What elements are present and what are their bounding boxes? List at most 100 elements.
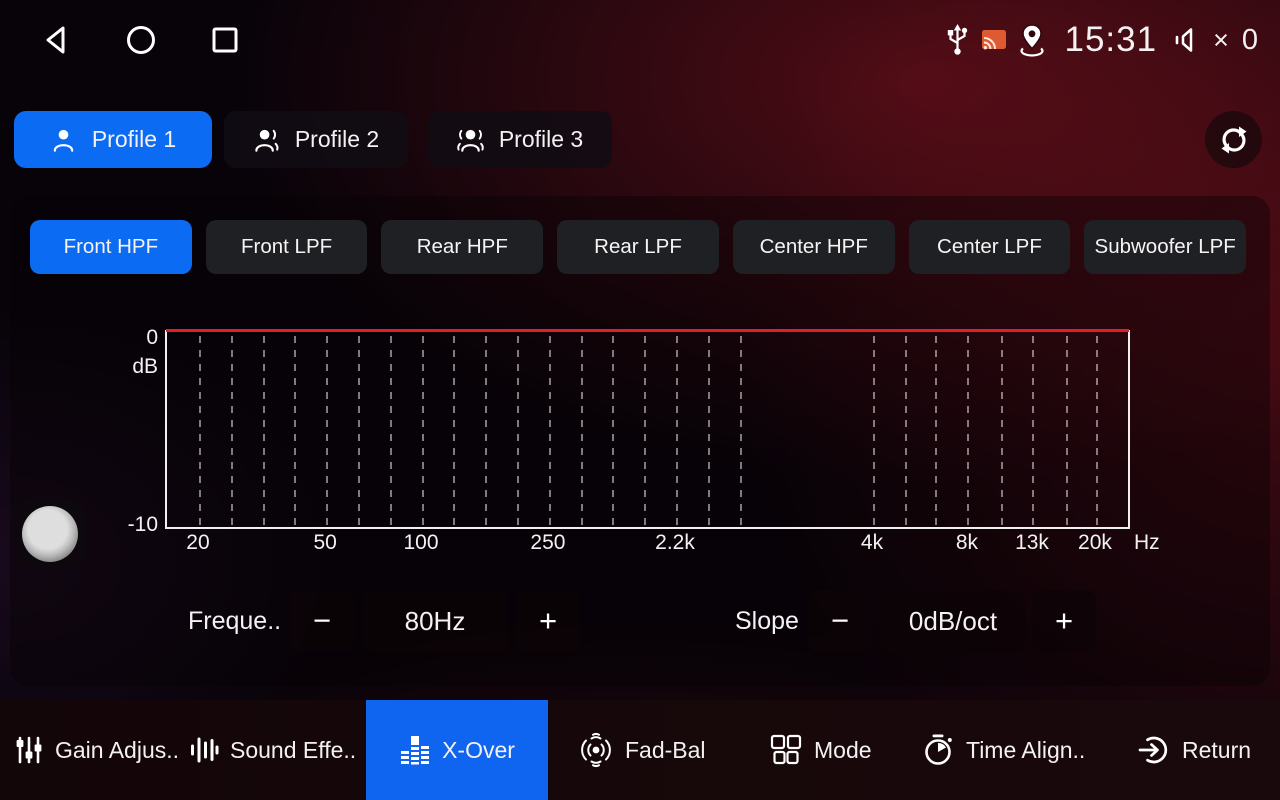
profile-tab-1[interactable]: Profile 1 — [14, 111, 212, 168]
gridline — [358, 336, 360, 525]
gridline — [549, 336, 551, 525]
gridline — [581, 336, 583, 525]
system-nav-bar — [0, 0, 242, 80]
nav-label: X-Over — [442, 737, 515, 764]
gridline — [1066, 336, 1068, 525]
slope-value: 0dB/oct — [880, 590, 1026, 652]
equalizer-bars-icon — [399, 734, 431, 766]
nav-label: Mode — [814, 737, 872, 764]
x-tick-label: 50 — [314, 531, 337, 555]
frequency-increment-button[interactable]: + — [516, 590, 580, 652]
recents-icon[interactable] — [208, 23, 242, 57]
gridline — [644, 336, 646, 525]
x-tick-label: 4k — [861, 531, 883, 555]
gridline — [740, 336, 742, 525]
y-axis-min-label: -10 — [90, 513, 158, 537]
mute-x-label: × — [1213, 25, 1229, 56]
profile-tab-2[interactable]: Profile 2 — [224, 111, 408, 168]
slope-increment-button[interactable]: + — [1032, 590, 1096, 652]
nav-label: Sound Effe.. — [230, 737, 356, 764]
x-tick-label: 20 — [186, 531, 209, 555]
filter-tab-subwoofer-lpf[interactable]: Subwoofer LPF — [1084, 220, 1246, 274]
gridline — [453, 336, 455, 525]
back-icon[interactable] — [40, 23, 74, 57]
nav-item-gain-adjust[interactable]: Gain Adjus.. — [14, 700, 179, 800]
filter-tab-center-lpf[interactable]: Center LPF — [909, 220, 1071, 274]
x-tick-label: 20k — [1078, 531, 1112, 555]
gridline — [1001, 336, 1003, 525]
cast-icon — [980, 28, 1008, 52]
gridline — [517, 336, 519, 525]
gridline — [326, 336, 328, 525]
grid-squares-icon — [769, 733, 803, 767]
nav-item-fad-bal[interactable]: Fad-Bal — [578, 700, 706, 800]
refresh-icon — [1218, 124, 1250, 156]
gridline — [199, 336, 201, 525]
return-arrow-icon — [1137, 733, 1171, 767]
profile-label: Profile 1 — [92, 126, 176, 153]
stopwatch-icon — [921, 733, 955, 767]
location-icon — [1017, 23, 1047, 57]
gridline — [935, 336, 937, 525]
filter-tabs: Front HPF Front LPFRear HPF Rear LPF Center… — [30, 220, 1246, 274]
gridline — [708, 336, 710, 525]
status-icons: 15:31 × 0 — [944, 0, 1258, 80]
person-icon — [50, 126, 77, 154]
filter-tab-front-lpf[interactable]: Front LPF — [206, 220, 368, 274]
gridline — [873, 336, 875, 525]
x-axis-unit-label: Hz — [1134, 531, 1160, 555]
filter-tab-front-hpf[interactable]: Front HPF — [30, 220, 192, 274]
volume-muted-icon[interactable] — [1172, 24, 1202, 56]
profile-tab-3[interactable]: Profile 3 — [428, 111, 612, 168]
frequency-label: Freque.. — [188, 590, 281, 652]
x-tick-label: 250 — [530, 531, 565, 555]
person-2-icon — [253, 126, 280, 154]
nav-label: Gain Adjus.. — [55, 737, 179, 764]
y-axis-max-label: 0 — [90, 326, 158, 350]
nav-item-time-align[interactable]: Time Align.. — [921, 700, 1085, 800]
nav-label: Time Align.. — [966, 737, 1085, 764]
nav-label: Return — [1182, 737, 1251, 764]
floating-knob-button[interactable] — [14, 498, 86, 570]
home-icon[interactable] — [124, 23, 158, 57]
filter-tab-rear-lpf[interactable]: Rear LPF — [557, 220, 719, 274]
gridline — [231, 336, 233, 525]
waveform-icon — [189, 735, 219, 765]
app-screen: 15:31 × 0 Profile 1 Profile 2 — [0, 0, 1280, 800]
knob-icon — [22, 506, 78, 562]
filter-tab-rear-hpf[interactable]: Rear HPF — [381, 220, 543, 274]
slope-decrement-button[interactable]: − — [808, 590, 872, 652]
gridline — [905, 336, 907, 525]
nav-item-xover[interactable]: X-Over — [366, 700, 548, 800]
filter-tab-center-hpf[interactable]: Center HPF — [733, 220, 895, 274]
gridline — [612, 336, 614, 525]
mixer-sliders-icon — [14, 735, 44, 765]
gridline — [1096, 336, 1098, 525]
gridline — [1032, 336, 1034, 525]
slope-label: Slope — [735, 590, 799, 652]
clock: 15:31 — [1064, 20, 1157, 60]
y-axis-unit-label: dB — [90, 355, 158, 379]
response-curve — [166, 329, 1129, 332]
x-tick-label: 8k — [956, 531, 978, 555]
x-tick-label: 100 — [403, 531, 438, 555]
surround-sound-icon — [578, 732, 614, 768]
person-3-icon — [457, 126, 484, 154]
x-tick-label: 13k — [1015, 531, 1049, 555]
frequency-value: 80Hz — [362, 590, 508, 652]
profile-label: Profile 2 — [295, 126, 379, 153]
gridline — [390, 336, 392, 525]
gridline — [967, 336, 969, 525]
nav-label: Fad-Bal — [625, 737, 706, 764]
frequency-decrement-button[interactable]: − — [290, 590, 354, 652]
nav-item-sound-effect[interactable]: Sound Effe.. — [189, 700, 356, 800]
nav-item-return[interactable]: Return — [1137, 700, 1251, 800]
usb-icon — [944, 22, 971, 58]
gridline — [422, 336, 424, 525]
sync-profiles-button[interactable] — [1205, 111, 1262, 168]
gridline — [676, 336, 678, 525]
plot-area — [165, 330, 1130, 529]
x-tick-label: 2.2k — [655, 531, 695, 555]
nav-item-mode[interactable]: Time Align.. Mode — [769, 700, 872, 800]
gridline — [263, 336, 265, 525]
